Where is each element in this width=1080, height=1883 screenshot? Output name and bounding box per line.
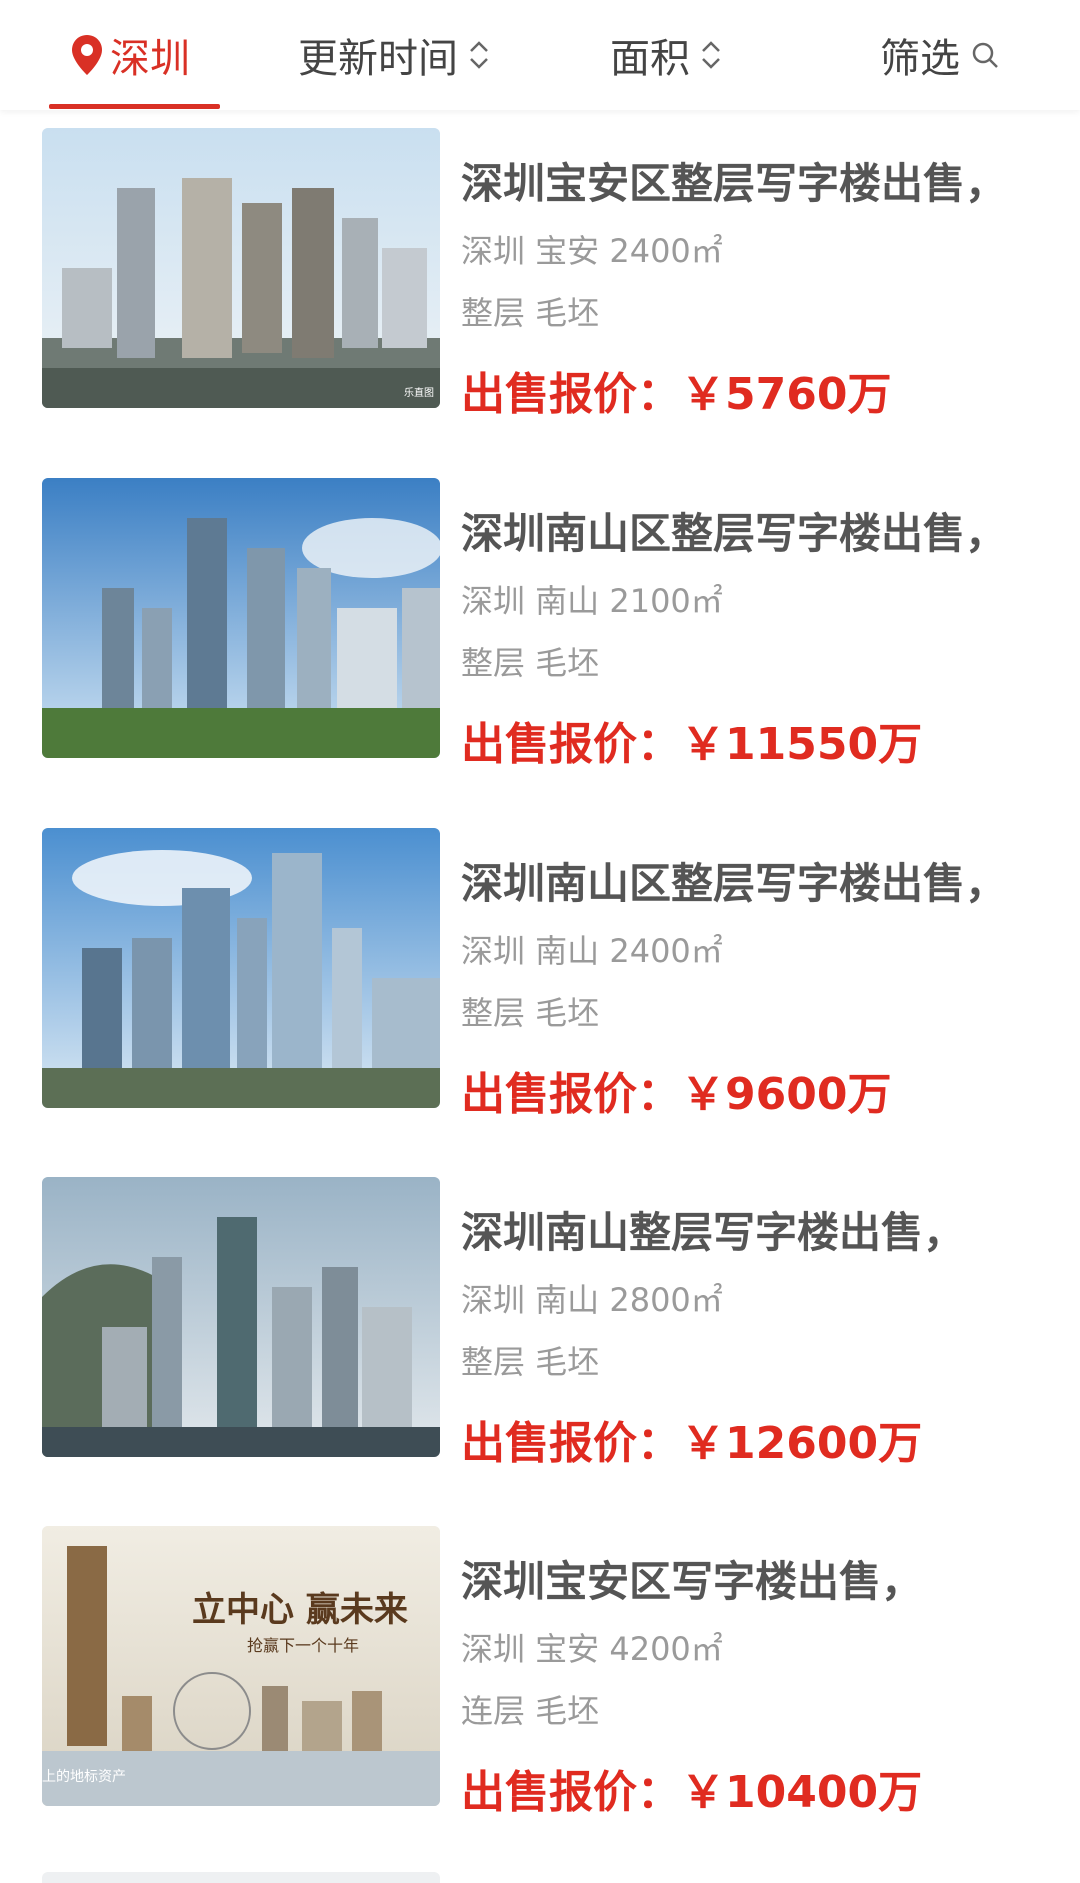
listing-page: 深圳 更新时间 面积 筛选 乐直图 深圳宝安区整层写字楼出售， 深圳 宝安 24… (0, 0, 1080, 1883)
promo-caption: 上的地标资产 (42, 1769, 126, 1785)
listing-location-area: 深圳 南山 2400㎡ (461, 932, 723, 970)
search-icon (972, 42, 998, 68)
listing-title[interactable]: 深圳宝安区整层写字楼出售， (461, 150, 1021, 211)
listing-price: 出售报价：￥11550万 (461, 708, 922, 772)
listing-price: 出售报价：￥12600万 (461, 1407, 922, 1471)
listing-location-area: 深圳 南山 2100㎡ (461, 582, 723, 620)
listing-photo: 立中心 赢未来 抢赢下一个十年 上的地标资产 (42, 1526, 440, 1806)
area-sort[interactable]: 面积 (610, 0, 724, 110)
listing-location-area: 深圳 宝安 4200㎡ (461, 1630, 723, 1668)
listing-tags: 整层 毛坯 (461, 994, 600, 1032)
image-watermark: 乐直图 (404, 386, 434, 399)
city-filter[interactable]: 深圳 (70, 0, 190, 110)
listing-price: 出售报价：￥10400万 (461, 1756, 922, 1820)
filter-bar: 深圳 更新时间 面积 筛选 (0, 0, 1080, 110)
listing-price: 出售报价：￥5760万 (461, 358, 891, 422)
listing-card[interactable]: 深圳南山区整层写字楼出售， 深圳 南山 2400㎡ 整层 毛坯 出售报价：￥96… (0, 828, 1080, 1158)
listing-card[interactable]: 深圳南山区整层写字楼出售， 深圳 南山 2100㎡ 整层 毛坯 出售报价：￥11… (0, 478, 1080, 808)
sort-toggle-icon (470, 41, 488, 69)
listing-card[interactable]: 深圳南山整层写字楼出售， 深圳 南山 2800㎡ 整层 毛坯 出售报价：￥126… (0, 1177, 1080, 1507)
listing-location-area: 深圳 南山 2800㎡ (461, 1281, 723, 1319)
price-value: ￥5760万 (681, 369, 892, 420)
listing-photo (42, 828, 440, 1108)
skyline-photo (42, 478, 440, 758)
filter-label: 筛选 (880, 36, 960, 82)
promo-photo: 立中心 赢未来 抢赢下一个十年 上的地标资产 (42, 1526, 440, 1806)
listing-tags: 整层 毛坯 (461, 294, 600, 332)
listing-photo (42, 1177, 440, 1457)
price-label: 出售报价： (461, 1418, 681, 1469)
listing-tags: 整层 毛坯 (461, 1343, 600, 1381)
sort-toggle-icon (702, 41, 720, 69)
listing-title[interactable]: 深圳南山区整层写字楼出售， (461, 850, 1021, 911)
skyline-photo (42, 828, 440, 1108)
price-value: ￥10400万 (681, 1767, 923, 1818)
city-label: 深圳 (110, 36, 190, 82)
promo-headline: 立中心 赢未来 (192, 1590, 408, 1630)
update-time-label: 更新时间 (298, 36, 458, 82)
price-label: 出售报价： (461, 1767, 681, 1818)
listing-tags: 连层 毛坯 (461, 1692, 600, 1730)
listing-card[interactable]: 立中心 赢未来 抢赢下一个十年 上的地标资产 深圳宝安区写字楼出售， 深圳 宝安… (0, 1526, 1080, 1856)
update-time-sort[interactable]: 更新时间 (298, 0, 492, 110)
city-tab-underline (49, 104, 220, 109)
listing-tags: 整层 毛坯 (461, 644, 600, 682)
listing-location-area: 深圳 宝安 2400㎡ (461, 232, 723, 270)
listing-title[interactable]: 深圳南山区整层写字楼出售， (461, 500, 1021, 561)
price-label: 出售报价： (461, 1069, 681, 1120)
listing-photo (42, 478, 440, 758)
listing-title[interactable]: 深圳南山整层写字楼出售， (461, 1199, 1021, 1260)
listing-title[interactable]: 深圳宝安区写字楼出售， (461, 1548, 1021, 1609)
area-label: 面积 (610, 36, 690, 82)
location-pin-icon (72, 35, 102, 75)
listing-price: 出售报价：￥9600万 (461, 1058, 891, 1122)
price-value: ￥12600万 (681, 1418, 923, 1469)
listing-card[interactable]: 乐直图 深圳宝安区整层写字楼出售， 深圳 宝安 2400㎡ 整层 毛坯 出售报价… (0, 128, 1080, 458)
filter-button[interactable]: 筛选 (880, 0, 1000, 110)
promo-subline: 抢赢下一个十年 (247, 1636, 359, 1655)
listing-photo: 乐直图 (42, 128, 440, 408)
skyline-photo (42, 1177, 440, 1457)
tower-photo: 乐直图 (42, 128, 440, 408)
price-label: 出售报价： (461, 369, 681, 420)
price-value: ￥9600万 (681, 1069, 892, 1120)
next-listing-partial (42, 1872, 440, 1883)
price-value: ￥11550万 (681, 719, 923, 770)
price-label: 出售报价： (461, 719, 681, 770)
